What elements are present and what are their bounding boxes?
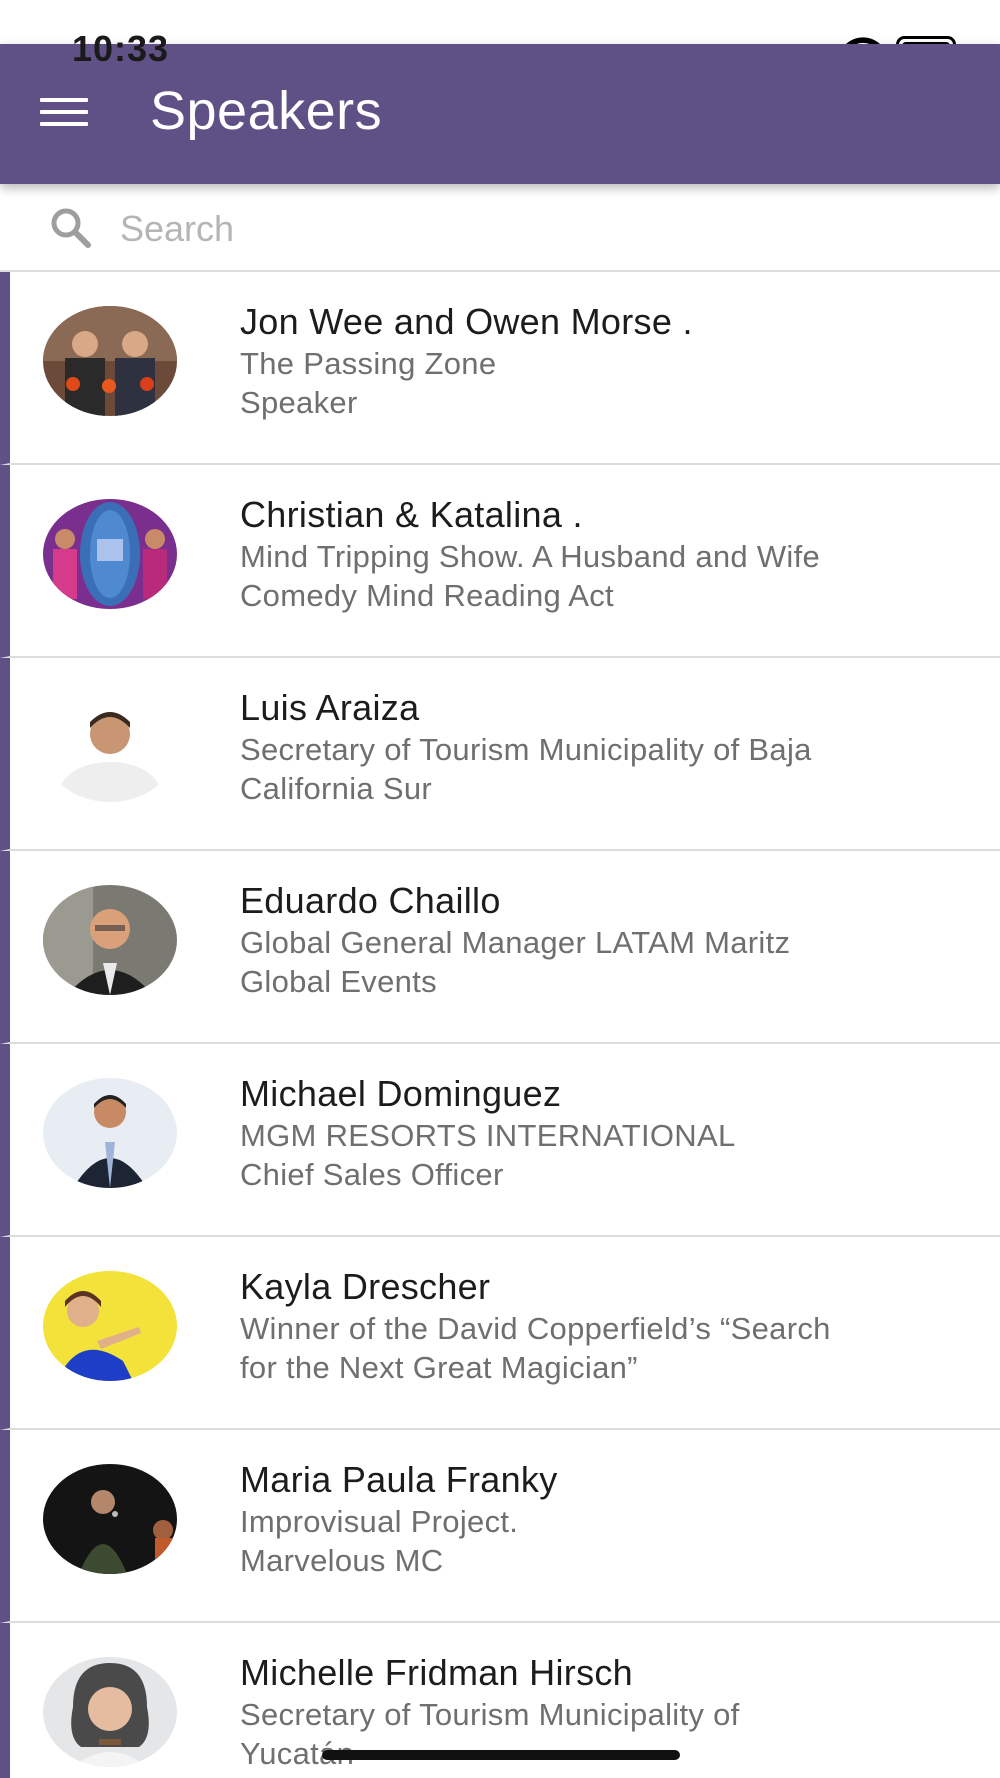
speaker-text: Christian & Katalina . Mind Tripping Sho… [240,493,980,615]
speaker-photo-duo-icon [43,306,177,416]
status-time: 10:33 [72,28,170,69]
speaker-name: Maria Paula Franky [240,1459,558,1500]
speaker-name: Jon Wee and Owen Morse . [240,301,693,342]
speaker-text: Maria Paula Franky Improvisual Project. … [240,1458,980,1580]
speaker-name: Christian & Katalina . [240,494,583,535]
search-input[interactable] [120,202,960,256]
hamburger-menu-icon[interactable] [36,92,92,132]
search-bar [0,184,1000,272]
speaker-row[interactable]: Eduardo Chaillo Global General Manager L… [0,851,1000,1044]
speaker-text: Michael Dominguez MGM RESORTS INTERNATIO… [240,1072,980,1194]
speaker-subtitle: Chief Sales Officer [240,1157,504,1192]
speaker-name: Eduardo Chaillo [240,880,501,921]
home-indicator[interactable] [322,1750,680,1760]
page-title: Speakers [150,81,383,141]
speaker-subtitle: Improvisual Project. [240,1504,519,1539]
speaker-photo-stage-icon [43,1464,177,1574]
speaker-subtitle: MGM RESORTS INTERNATIONAL [240,1118,736,1153]
speaker-subtitle: Global General Manager LATAM Maritz [240,925,791,960]
speaker-text: Jon Wee and Owen Morse . The Passing Zon… [240,300,980,422]
speaker-subtitle: Winner of the David Copperfield’s “Searc… [240,1311,831,1346]
speaker-row[interactable]: Kayla Drescher Winner of the David Coppe… [0,1237,1000,1430]
speaker-subtitle: California Sur [240,771,433,806]
speaker-subtitle: Secretary of Tourism Municipality of Baj… [240,732,812,767]
speaker-photo-portrait-icon [43,692,177,802]
speaker-text: Luis Araiza Secretary of Tourism Municip… [240,686,980,808]
speaker-photo-portrait-icon [43,1657,177,1767]
speaker-name: Kayla Drescher [240,1266,491,1307]
speaker-subtitle: Speaker [240,385,358,420]
speaker-row[interactable]: Maria Paula Franky Improvisual Project. … [0,1430,1000,1623]
speaker-text: Eduardo Chaillo Global General Manager L… [240,879,980,1001]
speaker-subtitle: Comedy Mind Reading Act [240,578,614,613]
speaker-row[interactable]: Luis Araiza Secretary of Tourism Municip… [0,658,1000,851]
speaker-text: Kayla Drescher Winner of the David Coppe… [240,1265,980,1387]
speaker-subtitle: The Passing Zone [240,346,497,381]
speaker-name: Michelle Fridman Hirsch [240,1652,633,1693]
speaker-subtitle: Secretary of Tourism Municipality of [240,1697,740,1732]
speaker-photo-portrait-icon [43,885,177,995]
search-icon [51,208,91,248]
speaker-subtitle: Marvelous MC [240,1543,444,1578]
speaker-photo-portrait-icon [43,1271,177,1381]
speaker-row[interactable]: Michael Dominguez MGM RESORTS INTERNATIO… [0,1044,1000,1237]
speaker-photo-show-poster-icon [43,499,177,609]
speaker-name: Luis Araiza [240,687,420,728]
app-bar: 10:33 Speakers [0,28,1000,184]
speaker-subtitle: Global Events [240,964,437,999]
speaker-list: Jon Wee and Owen Morse . The Passing Zon… [0,272,1000,1778]
speaker-photo-portrait-icon [43,1078,177,1188]
speaker-subtitle: Mind Tripping Show. A Husband and Wife [240,539,821,574]
speaker-row[interactable]: Christian & Katalina . Mind Tripping Sho… [0,465,1000,658]
speaker-name: Michael Dominguez [240,1073,562,1114]
speaker-subtitle: for the Next Great Magician” [240,1350,638,1385]
speaker-row[interactable]: Jon Wee and Owen Morse . The Passing Zon… [0,272,1000,465]
